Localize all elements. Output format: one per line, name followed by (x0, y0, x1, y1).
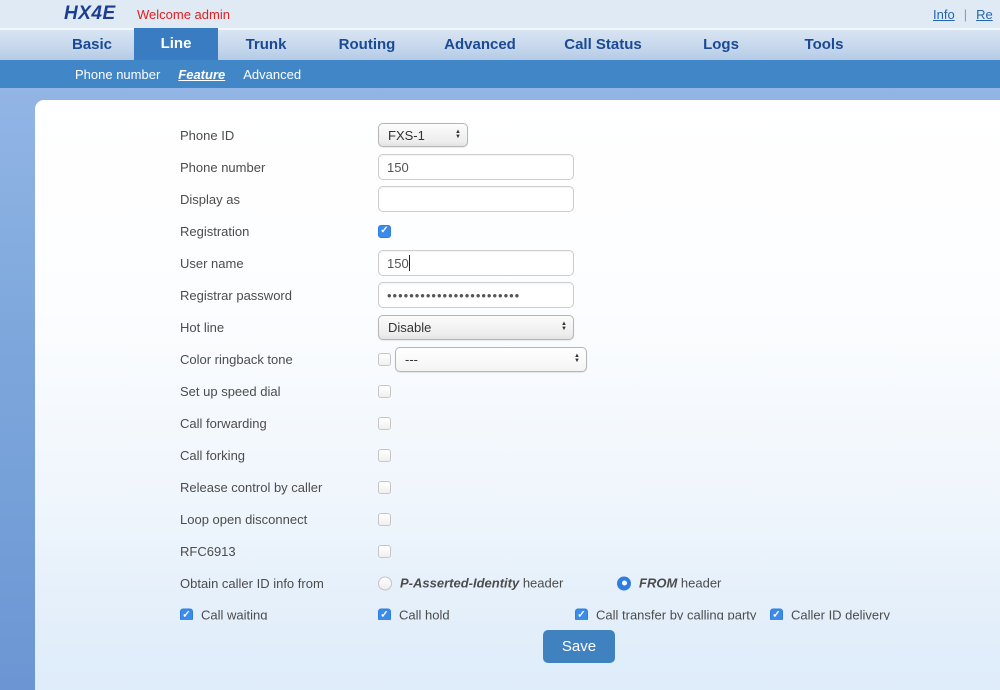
link-divider: | (964, 7, 967, 22)
speed-dial-checkbox[interactable] (378, 385, 391, 398)
phone-id-label: Phone ID (180, 128, 378, 143)
form-row-call-forwarding: Call forwarding (35, 407, 1000, 439)
tab-line[interactable]: Line (134, 28, 218, 60)
call-forwarding-checkbox[interactable] (378, 417, 391, 430)
user-name-label: User name (180, 256, 378, 271)
sub-navigation: Phone number Feature Advanced (0, 60, 1000, 88)
caller-id-delivery-option: Caller ID delivery (770, 608, 890, 621)
call-waiting-option: Call waiting (180, 608, 267, 621)
rfc6913-checkbox[interactable] (378, 545, 391, 558)
phone-id-select[interactable]: FXS-1 ▲▼ (378, 123, 468, 147)
registration-label: Registration (180, 224, 378, 239)
main-navigation: Basic Line Trunk Routing Advanced Call S… (0, 28, 1000, 60)
color-ringback-checkbox[interactable] (378, 353, 391, 366)
registration-checkbox[interactable] (378, 225, 391, 238)
call-hold-checkbox[interactable] (378, 609, 391, 621)
phone-id-selected-value: FXS-1 (388, 128, 425, 143)
from-header-radio[interactable] (617, 576, 631, 590)
registrar-password-label: Registrar password (180, 288, 378, 303)
form-row-registrar-password: Registrar password (35, 279, 1000, 311)
call-hold-option: Call hold (378, 608, 450, 621)
loop-open-checkbox[interactable] (378, 513, 391, 526)
tab-call-status[interactable]: Call Status (540, 30, 666, 60)
content-panel: Phone ID FXS-1 ▲▼ Phone number Display a… (35, 100, 1000, 690)
form-row-color-ringback: Color ringback tone --- ▲▼ (35, 343, 1000, 375)
pai-header-radio-label: P-Asserted-Identity header (400, 576, 563, 591)
loop-open-label: Loop open disconnect (180, 512, 378, 527)
call-forking-checkbox[interactable] (378, 449, 391, 462)
call-forking-label: Call forking (180, 448, 378, 463)
tab-trunk[interactable]: Trunk (218, 30, 314, 60)
release-control-checkbox[interactable] (378, 481, 391, 494)
form-row-registration: Registration (35, 215, 1000, 247)
caller-id-delivery-checkbox[interactable] (770, 609, 783, 621)
tab-logs[interactable]: Logs (666, 30, 776, 60)
form-row-user-name: User name (35, 247, 1000, 279)
call-transfer-option: Call transfer by calling party (575, 608, 756, 621)
hot-line-selected-value: Disable (388, 320, 431, 335)
caller-id-option-from: FROM header (617, 576, 721, 591)
select-stepper-icon: ▲▼ (561, 322, 567, 332)
phone-number-label: Phone number (180, 160, 378, 175)
phone-number-input[interactable] (378, 154, 574, 180)
release-control-label: Release control by caller (180, 480, 378, 495)
form-row-hot-line: Hot line Disable ▲▼ (35, 311, 1000, 343)
info-link[interactable]: Info (933, 7, 955, 22)
hot-line-label: Hot line (180, 320, 378, 335)
reboot-link[interactable]: Re (976, 7, 993, 22)
form-row-phone-id: Phone ID FXS-1 ▲▼ (35, 119, 1000, 151)
header-links: Info | Re (933, 7, 993, 22)
welcome-message: Welcome admin (137, 7, 230, 22)
save-button[interactable]: Save (543, 630, 615, 663)
call-transfer-checkbox[interactable] (575, 609, 588, 621)
caller-id-source-label: Obtain caller ID info from (180, 576, 378, 591)
select-stepper-icon: ▲▼ (455, 130, 461, 140)
tab-routing[interactable]: Routing (314, 30, 420, 60)
display-as-input[interactable] (378, 186, 574, 212)
tab-basic[interactable]: Basic (50, 30, 134, 60)
registrar-password-input[interactable] (378, 282, 574, 308)
text-caret (409, 255, 410, 271)
color-ringback-selected-value: --- (405, 352, 418, 367)
form-row-display-as: Display as (35, 183, 1000, 215)
user-name-input[interactable] (378, 250, 574, 276)
form-row-phone-number: Phone number (35, 151, 1000, 183)
caller-id-delivery-label: Caller ID delivery (791, 608, 890, 621)
brand-logo: HX4E (64, 3, 116, 25)
color-ringback-select[interactable]: --- ▲▼ (395, 347, 587, 372)
subnav-advanced[interactable]: Advanced (243, 67, 301, 82)
select-stepper-icon: ▲▼ (574, 354, 580, 364)
call-waiting-label: Call waiting (201, 608, 267, 621)
top-header: HX4E Welcome admin Info | Re (0, 0, 1000, 28)
display-as-label: Display as (180, 192, 378, 207)
subnav-phone-number[interactable]: Phone number (75, 67, 160, 82)
call-hold-label: Call hold (399, 608, 450, 621)
rfc6913-label: RFC6913 (180, 544, 378, 559)
form-row-call-forking: Call forking (35, 439, 1000, 471)
hot-line-select[interactable]: Disable ▲▼ (378, 315, 574, 340)
caller-id-option-pai: P-Asserted-Identity header (378, 576, 563, 591)
call-transfer-label: Call transfer by calling party (596, 608, 756, 621)
color-ringback-label: Color ringback tone (180, 352, 378, 367)
from-header-radio-label: FROM header (639, 576, 721, 591)
form-row-call-features: Call waiting Call hold Call transfer by … (35, 599, 1000, 620)
form-row-rfc6913: RFC6913 (35, 535, 1000, 567)
call-waiting-checkbox[interactable] (180, 609, 193, 621)
form-row-caller-id-source: Obtain caller ID info from P-Asserted-Id… (35, 567, 1000, 599)
feature-form: Phone ID FXS-1 ▲▼ Phone number Display a… (35, 100, 1000, 620)
call-forwarding-label: Call forwarding (180, 416, 378, 431)
pai-header-radio[interactable] (378, 576, 392, 590)
speed-dial-label: Set up speed dial (180, 384, 378, 399)
form-row-release-control: Release control by caller (35, 471, 1000, 503)
tab-tools[interactable]: Tools (776, 30, 872, 60)
tab-advanced[interactable]: Advanced (420, 30, 540, 60)
subnav-feature[interactable]: Feature (178, 67, 225, 82)
page-background: Phone ID FXS-1 ▲▼ Phone number Display a… (0, 88, 1000, 690)
form-row-speed-dial: Set up speed dial (35, 375, 1000, 407)
form-row-loop-open: Loop open disconnect (35, 503, 1000, 535)
